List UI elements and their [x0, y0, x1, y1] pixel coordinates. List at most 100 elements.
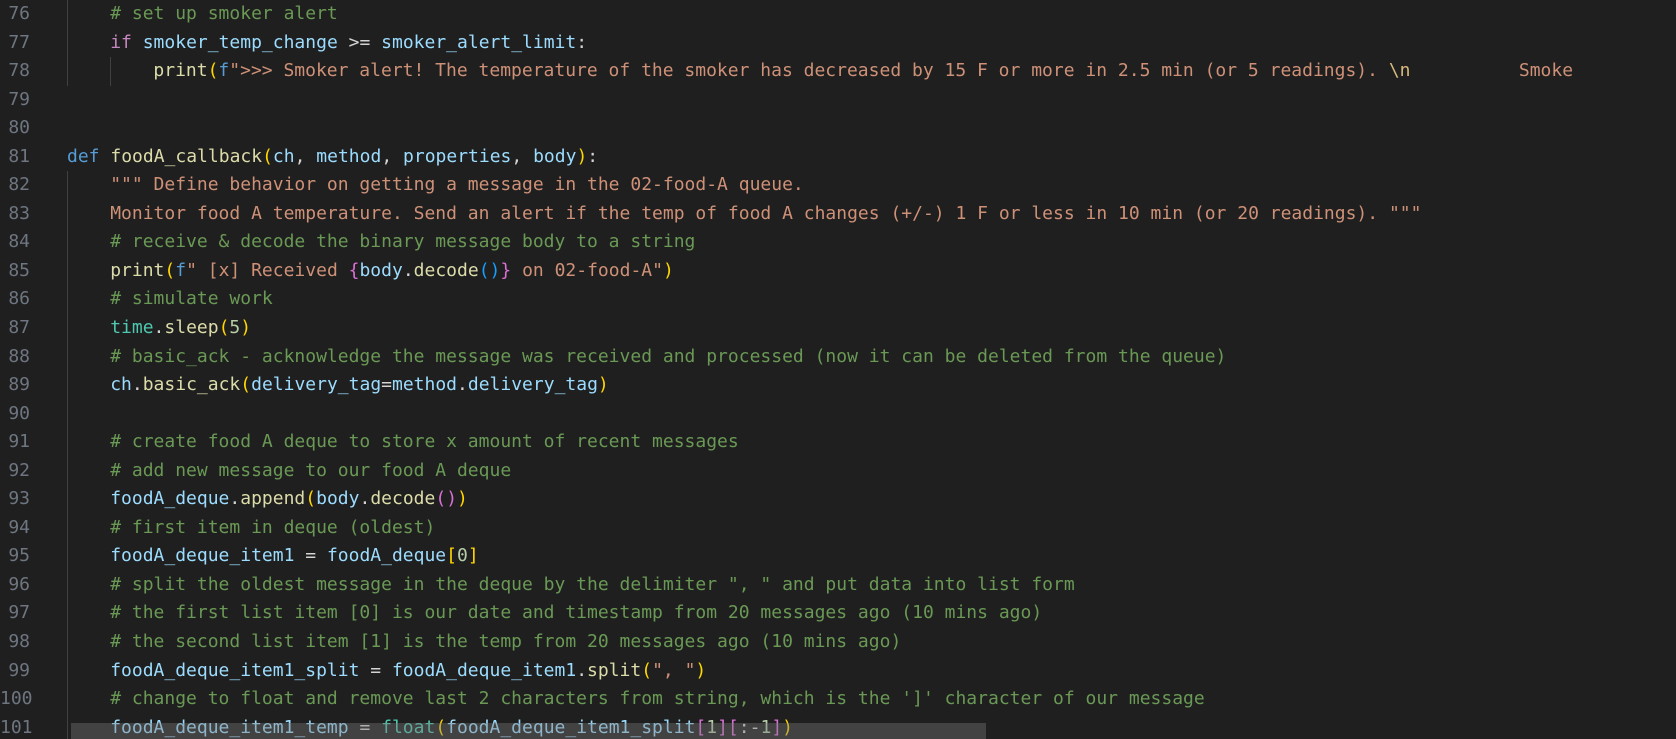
code-token: ) [662, 259, 674, 281]
code-token: decode [413, 259, 479, 281]
code-line[interactable]: 80 [0, 114, 1676, 143]
code-token: } [500, 259, 512, 281]
code-token: f [218, 60, 230, 82]
code-token: body [316, 488, 360, 510]
indent-guide [67, 656, 68, 686]
line-number: 96 [8, 573, 30, 595]
code-text: foodA_deque_item1 = foodA_deque[0] [110, 542, 479, 571]
code-token: if [110, 31, 132, 53]
indent-guide [67, 399, 68, 429]
code-line[interactable]: 93 foodA_deque.append(body.decode()) [0, 485, 1676, 514]
indent-guide [67, 228, 68, 257]
line-number: 88 [8, 345, 30, 367]
code-line[interactable]: 87 time.sleep(5) [0, 314, 1676, 343]
code-text: def foodA_callback(ch, method, propertie… [67, 143, 598, 172]
code-token: body [359, 259, 403, 281]
code-token: { [348, 259, 360, 281]
code-token: # basic_ack - acknowledge the message wa… [110, 345, 1227, 367]
code-token: . [457, 374, 468, 396]
code-line[interactable]: 94 # first item in deque (oldest) [0, 513, 1676, 543]
code-token: # set up smoker alert [110, 3, 338, 24]
code-line[interactable]: 100 # change to float and remove last 2 c… [0, 685, 1676, 714]
code-token: foodA_deque [110, 488, 230, 510]
code-token: 5 [229, 317, 241, 339]
code-text: # set up smoker alert [110, 0, 338, 29]
code-token: # first item in deque (oldest) [110, 516, 436, 538]
code-text: if smoker_temp_change >= smoker_alert_li… [110, 29, 587, 58]
line-number: 98 [8, 631, 30, 653]
indent-guide [67, 485, 68, 514]
indent-guide [67, 371, 68, 400]
code-line[interactable]: 90 [0, 399, 1676, 429]
line-number: 79 [8, 88, 30, 110]
horizontal-scrollbar[interactable] [71, 723, 986, 739]
code-line[interactable]: 99 foodA_deque_item1_split = foodA_deque_… [0, 656, 1676, 686]
line-number: 94 [8, 516, 30, 538]
code-line[interactable]: 97 # the first list item [0] is our date … [0, 599, 1676, 629]
code-line[interactable]: 91 # create food A deque to store x amoun… [0, 428, 1676, 457]
code-text: # the second list item [1] is the temp f… [110, 628, 901, 657]
indent-guide [67, 685, 68, 714]
code-line[interactable]: 76 # set up smoker alert [0, 0, 1676, 29]
line-number: 76 [8, 3, 30, 24]
code-token: ) [457, 488, 468, 510]
line-number: 77 [8, 31, 30, 53]
code-token: Smoke [1410, 60, 1574, 82]
indent-guide [67, 28, 68, 58]
code-token: print [110, 259, 165, 281]
code-token: . [131, 374, 143, 396]
code-token: print [153, 60, 208, 82]
code-text: Monitor food A temperature. Send an aler… [110, 200, 1421, 229]
code-text: """ Define behavior on getting a message… [110, 171, 804, 200]
code-line[interactable]: 81 def foodA_callback(ch, method, propert… [0, 143, 1676, 172]
code-token: ", " [652, 659, 696, 681]
code-token: , [381, 145, 404, 167]
code-token: # create food A deque to store x amount … [110, 431, 739, 453]
code-line[interactable]: 85 print(f" [x] Received {body.decode()} … [0, 256, 1676, 286]
code-line[interactable]: 78 print(f">>> Smoker alert! The temperat… [0, 57, 1676, 86]
code-line[interactable]: 89 ch.basic_ack(delivery_tag=method.deliv… [0, 371, 1676, 400]
code-token: . [576, 659, 588, 681]
indent-guide [67, 256, 68, 286]
code-text: # change to float and remove last 2 char… [110, 685, 1205, 714]
line-number: 80 [8, 117, 30, 139]
line-number: 85 [8, 259, 30, 281]
code-token: ) [576, 145, 588, 167]
code-token: >= [337, 31, 382, 53]
line-number: 84 [8, 231, 30, 253]
code-token: () [478, 259, 501, 281]
code-line[interactable]: 84 # receive & decode the binary message … [0, 228, 1676, 257]
code-token: on 02-food-A" [511, 259, 663, 281]
code-text: print(f">>> Smoker alert! The temperatur… [153, 57, 1573, 86]
code-line[interactable]: 82 """ Define behavior on getting a messa… [0, 171, 1676, 200]
code-token: """ Define behavior on getting a message… [110, 174, 804, 196]
code-line[interactable]: 86 # simulate work [0, 285, 1676, 315]
code-text: # first item in deque (oldest) [110, 514, 435, 543]
code-line[interactable]: 95 foodA_deque_item1 = foodA_deque[0] [0, 542, 1676, 571]
line-number: 78 [8, 60, 30, 82]
code-text: # split the oldest message in the deque … [110, 571, 1075, 600]
line-number: 82 [8, 174, 30, 196]
code-token: # simulate work [110, 288, 273, 310]
line-number: 89 [8, 374, 30, 396]
code-line[interactable]: 83 Monitor food A temperature. Send an al… [0, 199, 1676, 229]
indent-guide [110, 57, 112, 86]
code-token: . [229, 488, 241, 510]
code-text: # create food A deque to store x amount … [110, 428, 739, 457]
code-text: time.sleep(5) [110, 314, 251, 343]
code-line[interactable]: 96 # split the oldest message in the dequ… [0, 570, 1676, 600]
code-line[interactable]: 79 [0, 86, 1676, 115]
code-line[interactable]: 92 # add new message to our food A deque [0, 456, 1676, 486]
code-token: [ [446, 545, 457, 567]
code-token: " [x] Received [186, 259, 349, 281]
code-text: # receive & decode the binary message bo… [110, 228, 695, 257]
code-line[interactable]: 98 # the second list item [1] is the temp… [0, 628, 1676, 657]
code-token: properties [403, 145, 512, 167]
code-token: = [381, 374, 392, 396]
code-line[interactable]: 88 # basic_ack - acknowledge the message … [0, 342, 1676, 372]
code-editor[interactable]: 76 # set up smoker alert 77 if smoker_temp_… [0, 0, 1676, 739]
code-line[interactable]: 77 if smoker_temp_change >= smoker_alert_… [0, 28, 1676, 58]
line-number: 83 [8, 202, 30, 224]
code-lines: 76 # set up smoker alert 77 if smoker_temp_… [0, 0, 1676, 739]
indent-guide [67, 342, 68, 372]
